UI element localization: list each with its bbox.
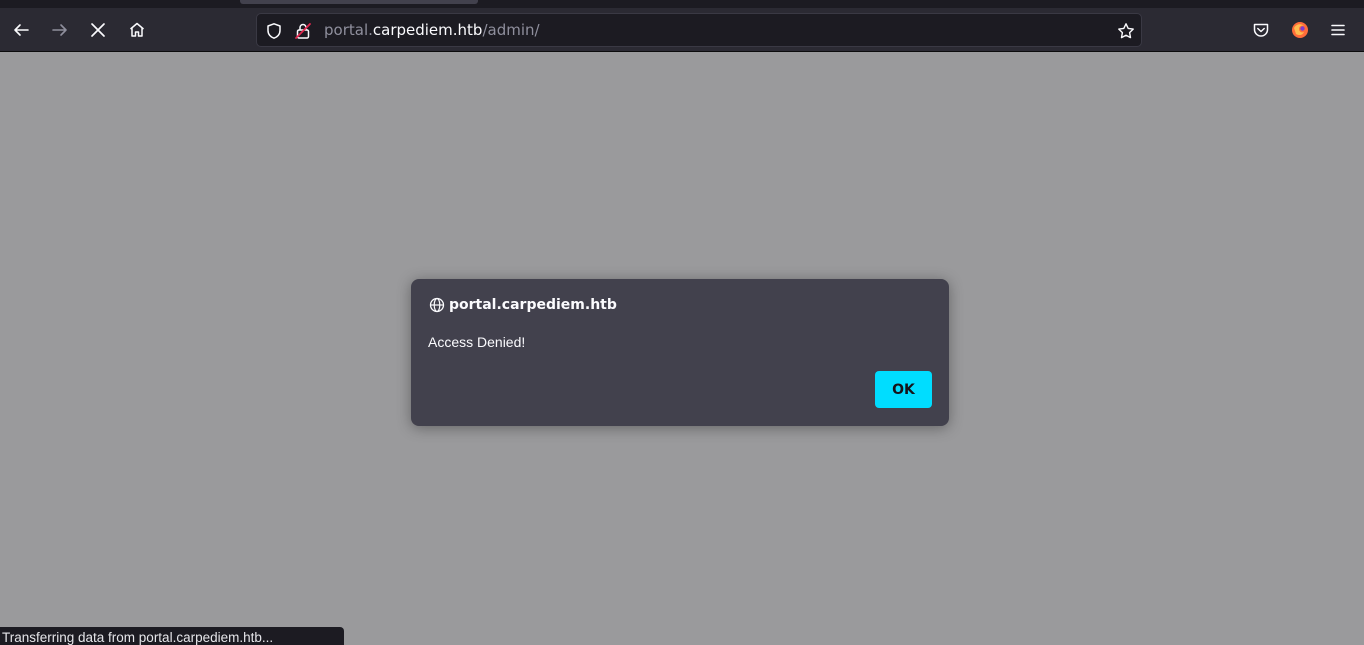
- tab-strip: [0, 0, 1364, 8]
- pocket-button[interactable]: [1245, 14, 1277, 46]
- menu-button[interactable]: [1322, 14, 1354, 46]
- arrow-left-icon: [14, 24, 29, 36]
- stop-button[interactable]: [82, 14, 114, 46]
- alert-dialog: portal.carpediem.htb Access Denied! OK: [411, 279, 949, 426]
- close-icon: [91, 23, 105, 37]
- star-icon: [1118, 23, 1134, 39]
- account-button[interactable]: [1284, 14, 1316, 46]
- insecure-lock-icon: [295, 23, 311, 39]
- globe-icon: [429, 297, 445, 313]
- hamburger-menu-icon: [1331, 24, 1345, 36]
- shield-icon: [267, 23, 281, 39]
- back-button[interactable]: [5, 14, 37, 46]
- home-button[interactable]: [121, 14, 153, 46]
- url-host: carpediem.htb: [372, 21, 483, 39]
- bookmark-button[interactable]: [1114, 19, 1138, 43]
- url-text[interactable]: portal.carpediem.htb/admin/: [324, 14, 540, 46]
- home-icon: [130, 22, 144, 37]
- dialog-origin: portal.carpediem.htb: [429, 294, 617, 316]
- dialog-message: Access Denied!: [428, 334, 526, 350]
- active-tab[interactable]: [240, 0, 478, 4]
- dialog-origin-text: portal.carpediem.htb: [449, 297, 617, 313]
- pocket-icon: [1253, 23, 1269, 37]
- navigation-toolbar: portal.carpediem.htb/admin/: [0, 8, 1364, 52]
- tracking-protection-button[interactable]: [262, 19, 286, 43]
- arrow-right-icon: [52, 24, 67, 36]
- status-bar: Transferring data from portal.carpediem.…: [0, 627, 344, 645]
- forward-button[interactable]: [44, 14, 76, 46]
- ok-button[interactable]: OK: [875, 371, 932, 408]
- site-security-button[interactable]: [291, 19, 315, 43]
- url-prefix: portal.: [324, 21, 373, 39]
- firefox-account-icon: [1292, 22, 1308, 38]
- address-bar[interactable]: portal.carpediem.htb/admin/: [256, 13, 1142, 47]
- url-path: /admin/: [482, 21, 540, 39]
